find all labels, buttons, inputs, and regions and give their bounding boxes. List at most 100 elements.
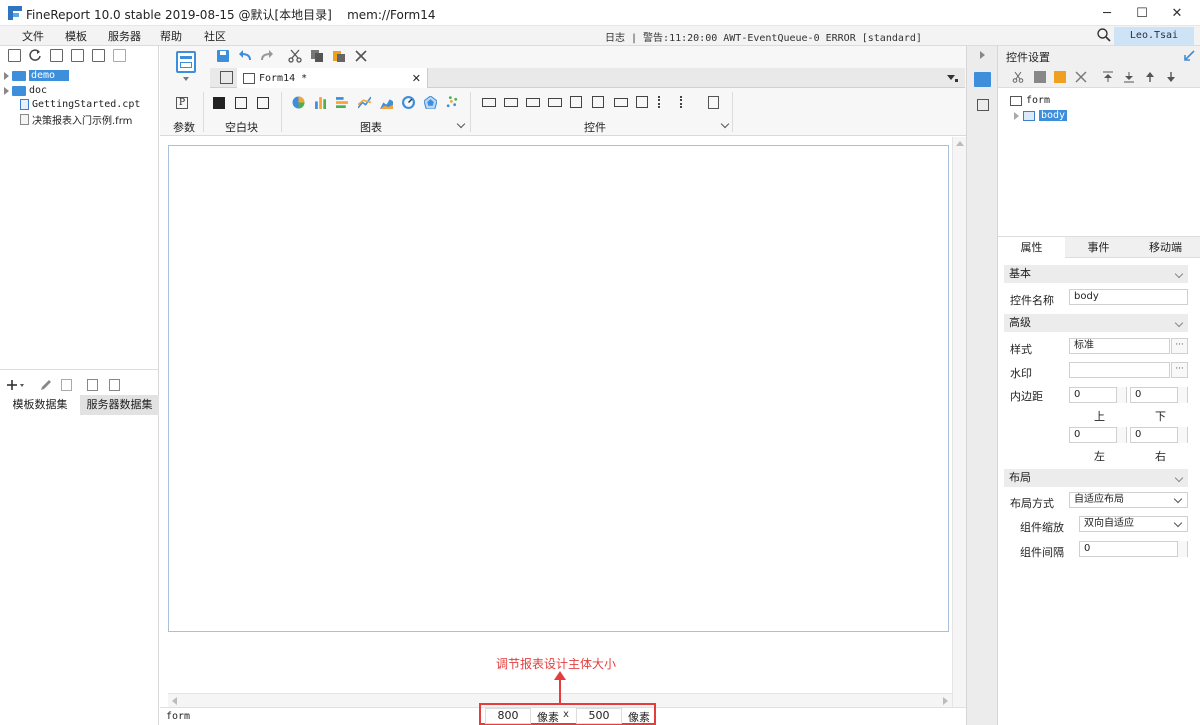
- refresh-icon[interactable]: [29, 49, 42, 62]
- padding-bottom-spinner[interactable]: [1177, 387, 1187, 403]
- save-icon[interactable]: [216, 49, 230, 63]
- close-button[interactable]: ✕: [1154, 0, 1200, 26]
- text-widget-icon[interactable]: [526, 98, 540, 107]
- user-badge[interactable]: Leo.Tsai: [1114, 27, 1194, 45]
- form-template-icon[interactable]: [176, 51, 196, 73]
- tab-template-datasets[interactable]: 模板数据集: [0, 395, 80, 415]
- style-input[interactable]: 标准: [1069, 338, 1170, 354]
- widget-name-input[interactable]: body: [1069, 289, 1188, 305]
- block-grid-icon[interactable]: [257, 97, 269, 109]
- paste-icon[interactable]: [1054, 71, 1066, 83]
- expand-icon[interactable]: [1014, 111, 1019, 120]
- padding-right-spinner[interactable]: [1177, 427, 1187, 443]
- collapse-icon[interactable]: [980, 51, 985, 59]
- move-top-icon[interactable]: [1102, 71, 1114, 83]
- radio-widget-icon[interactable]: [658, 96, 670, 108]
- tree-item-frm[interactable]: 决策报表入门示例.frm: [20, 112, 132, 127]
- new-folder-icon[interactable]: [8, 49, 21, 62]
- tab-mobile[interactable]: 移动端: [1132, 237, 1199, 258]
- watermark-input[interactable]: [1069, 362, 1170, 378]
- widget-settings-icon[interactable]: [974, 72, 991, 87]
- menu-community[interactable]: 社区: [204, 28, 226, 44]
- gap-spinner[interactable]: [1177, 541, 1187, 557]
- move-down-icon[interactable]: [1165, 71, 1177, 83]
- preview-icon[interactable]: [87, 379, 98, 391]
- style-more-button[interactable]: ···: [1171, 338, 1188, 354]
- hbar-chart-icon[interactable]: [336, 96, 349, 109]
- search-icon[interactable]: [1096, 27, 1112, 43]
- form-body-canvas[interactable]: [168, 145, 949, 632]
- layout-mode-select[interactable]: 自适应布局: [1069, 492, 1188, 508]
- menu-server[interactable]: 服务器: [108, 28, 141, 44]
- tree-item-demo[interactable]: demo: [4, 68, 69, 83]
- watermark-more-button[interactable]: ···: [1171, 362, 1188, 378]
- tree-item-doc[interactable]: doc: [4, 83, 47, 98]
- gauge-chart-icon[interactable]: [402, 96, 415, 109]
- edit-icon[interactable]: [40, 379, 52, 391]
- delete-icon[interactable]: [61, 379, 72, 391]
- menu-template[interactable]: 模板: [65, 28, 87, 44]
- locate-icon[interactable]: [71, 49, 84, 62]
- widget-more-icon[interactable]: [720, 119, 730, 129]
- close-tab-icon[interactable]: ✕: [412, 72, 421, 85]
- grid-widget-icon[interactable]: [592, 96, 604, 108]
- button-widget-icon[interactable]: [482, 98, 496, 107]
- tab-events[interactable]: 事件: [1065, 237, 1132, 258]
- scatter-chart-icon[interactable]: [446, 96, 459, 109]
- expand-icon[interactable]: [4, 71, 9, 80]
- file-widget-icon[interactable]: [708, 96, 719, 109]
- tree-node-body[interactable]: body: [1014, 110, 1068, 121]
- section-basic[interactable]: 基本: [1004, 265, 1188, 283]
- checkbox-widget-icon[interactable]: [680, 96, 692, 108]
- line-chart-icon[interactable]: [358, 96, 371, 109]
- date-widget-icon[interactable]: [570, 96, 582, 108]
- tab-properties[interactable]: 属性: [998, 237, 1065, 258]
- section-advanced[interactable]: 高级: [1004, 314, 1188, 332]
- padding-left-spinner[interactable]: [1116, 427, 1126, 443]
- paste-icon[interactable]: [332, 49, 346, 63]
- tree-node-form[interactable]: form: [1010, 95, 1050, 106]
- menu-file[interactable]: 文件: [22, 28, 44, 44]
- label-widget-icon[interactable]: [504, 98, 518, 107]
- scroll-up-icon[interactable]: [955, 141, 964, 146]
- undo-icon[interactable]: [238, 49, 252, 63]
- tab-list-icon[interactable]: [220, 71, 233, 84]
- tab-menu-icon[interactable]: [947, 73, 958, 83]
- scroll-left-icon[interactable]: [172, 697, 177, 705]
- move-bottom-icon[interactable]: [1123, 71, 1135, 83]
- textarea-widget-icon[interactable]: [636, 96, 648, 108]
- splitter[interactable]: [0, 369, 159, 373]
- copy-icon[interactable]: [113, 49, 126, 62]
- status-log[interactable]: 日志 | 警告:11:20:00 AWT-EventQueue-0 ERROR …: [605, 29, 922, 44]
- dropdown-widget-icon[interactable]: [548, 98, 562, 107]
- tree-item-gettingstarted[interactable]: GettingStarted.cpt: [20, 97, 140, 112]
- pie-chart-icon[interactable]: [292, 96, 305, 109]
- block-split-icon[interactable]: [235, 97, 247, 109]
- open-icon[interactable]: [50, 49, 63, 62]
- menu-help[interactable]: 帮助: [160, 28, 182, 44]
- scroll-right-icon[interactable]: [943, 697, 948, 705]
- move-up-icon[interactable]: [1144, 71, 1156, 83]
- copy-icon[interactable]: [310, 49, 324, 63]
- add-icon[interactable]: [6, 379, 26, 391]
- copy-icon[interactable]: [1034, 71, 1046, 83]
- tab-form14[interactable]: Form14 * ✕: [237, 68, 428, 88]
- delete-icon[interactable]: [1075, 71, 1087, 83]
- number-widget-icon[interactable]: [614, 98, 628, 107]
- component-library-icon[interactable]: [977, 99, 989, 111]
- expand-icon[interactable]: [4, 86, 9, 95]
- expand-panel-icon[interactable]: [1184, 50, 1195, 61]
- section-layout[interactable]: 布局: [1004, 469, 1188, 487]
- scale-select[interactable]: 双向自适应: [1079, 516, 1188, 532]
- cut-icon[interactable]: [1012, 71, 1024, 83]
- param-icon[interactable]: P: [176, 97, 188, 109]
- bar-chart-icon[interactable]: [314, 96, 327, 109]
- dataset-list-icon[interactable]: [109, 379, 120, 391]
- cut-icon[interactable]: [288, 49, 302, 63]
- tab-server-datasets[interactable]: 服务器数据集: [80, 395, 159, 415]
- chart-more-icon[interactable]: [456, 119, 466, 129]
- delete-icon[interactable]: [354, 49, 368, 63]
- block-solid-icon[interactable]: [213, 97, 225, 109]
- redo-icon[interactable]: [260, 49, 274, 63]
- vertical-scrollbar[interactable]: [952, 137, 966, 707]
